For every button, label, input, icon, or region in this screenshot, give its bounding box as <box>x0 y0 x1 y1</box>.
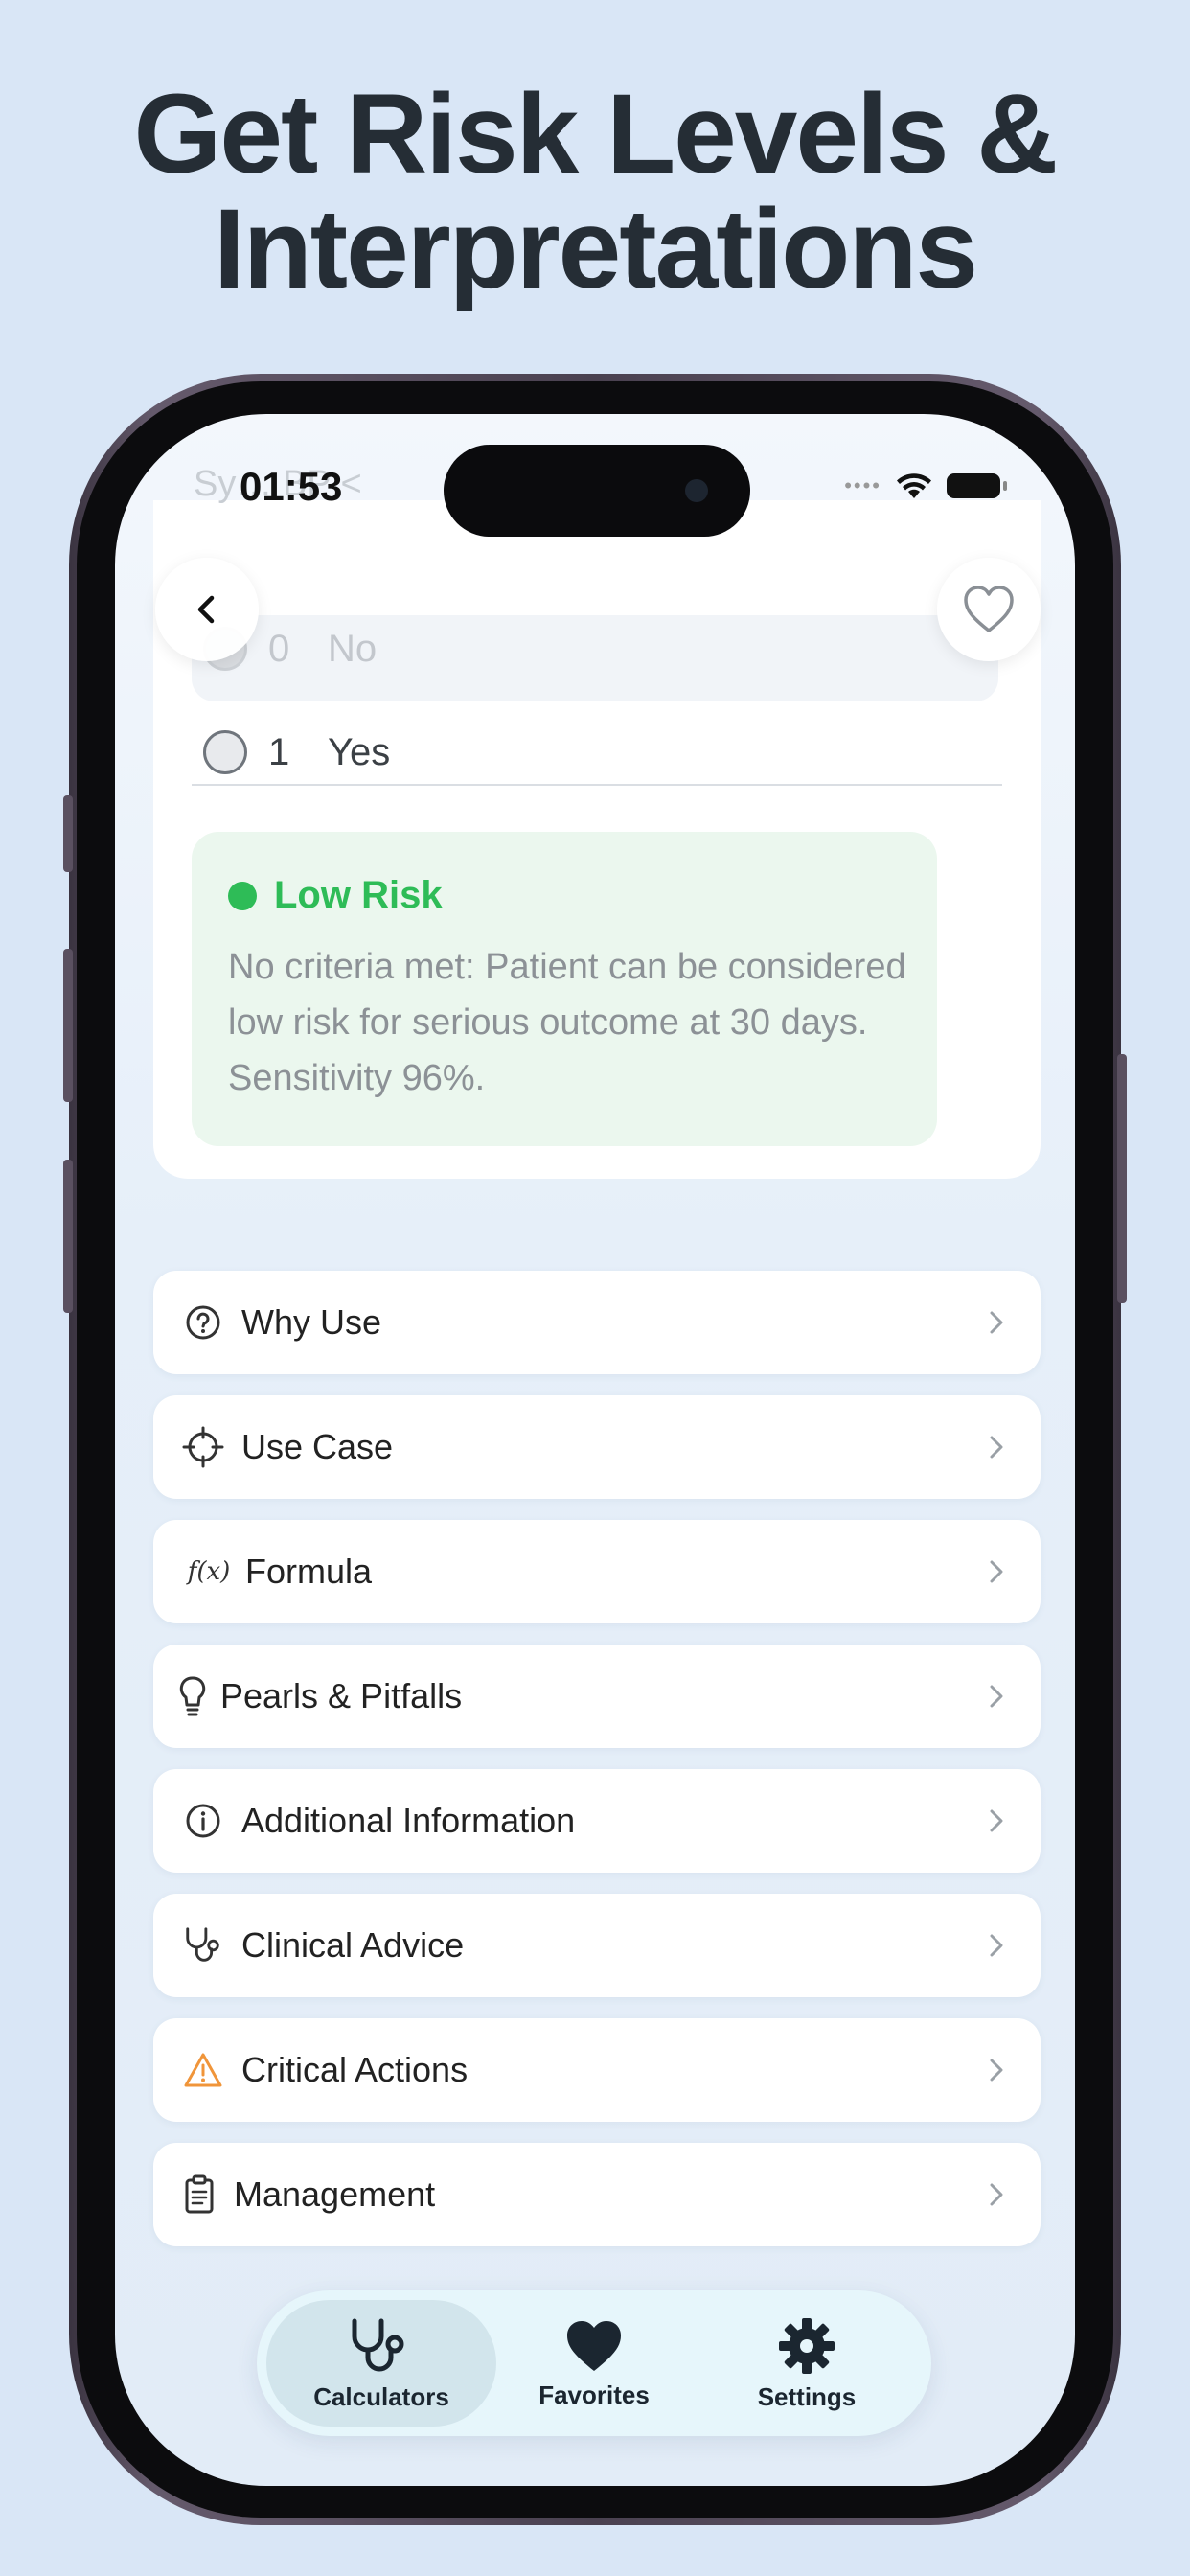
risk-title: Low Risk <box>228 874 443 917</box>
dynamic-island <box>444 445 750 537</box>
menu-item-label: Formula <box>245 1552 373 1591</box>
question-circle-icon <box>182 1301 224 1344</box>
tab-favorites[interactable]: Favorites <box>479 2300 709 2426</box>
phone-volume-up-button <box>63 949 73 1102</box>
menu-item-management[interactable]: Management <box>153 2143 1041 2246</box>
status-icons: •••• <box>844 472 1007 500</box>
menu-item-use-case[interactable]: Use Case <box>153 1395 1041 1499</box>
phone-power-button <box>1117 1054 1127 1303</box>
menu-item-label: Clinical Advice <box>241 1925 465 1965</box>
option-row-yes[interactable]: 1 Yes <box>203 730 390 774</box>
menu-item-label: Use Case <box>241 1427 394 1466</box>
headline-line-2: Interpretations <box>213 186 978 312</box>
status-time: 01:53 <box>240 464 343 509</box>
wifi-icon <box>897 473 931 498</box>
chevron-right-icon <box>983 1558 1010 1585</box>
chevron-right-icon <box>983 1434 1010 1460</box>
menu-item-formula[interactable]: f(x) Formula <box>153 1520 1041 1623</box>
phone-action-button <box>63 795 73 872</box>
option-value: 0 <box>268 627 290 670</box>
menu-item-why-use[interactable]: Why Use <box>153 1271 1041 1374</box>
menu-item-label: Management <box>234 2174 436 2214</box>
risk-description: No criteria met: Patient can be consider… <box>228 947 906 1098</box>
chevron-right-icon <box>983 1683 1010 1710</box>
chevron-right-icon <box>983 1807 1010 1834</box>
option-label: No <box>328 627 378 670</box>
chevron-right-icon <box>983 1932 1010 1959</box>
stethoscope-icon <box>182 1924 224 1966</box>
back-button[interactable] <box>155 558 259 661</box>
gear-icon <box>779 2317 835 2374</box>
tab-label: Settings <box>757 2381 857 2411</box>
menu-item-label: Why Use <box>241 1302 382 1342</box>
headline-line-1: Get Risk Levels & <box>133 71 1059 197</box>
radio-button[interactable] <box>203 730 247 774</box>
chevron-right-icon <box>983 1309 1010 1336</box>
app-screen: 0 No 1 Yes Low Risk No criteria met: Pat… <box>115 414 1075 2486</box>
chevron-left-icon <box>197 595 215 624</box>
heart-outline-icon <box>964 586 1014 632</box>
favorite-button[interactable] <box>937 558 1041 661</box>
tab-bar: Calculators Favorites Settings <box>257 2290 931 2436</box>
tab-label: Calculators <box>313 2381 449 2411</box>
signal-icon: •••• <box>844 473 881 497</box>
clipboard-icon <box>182 2174 217 2216</box>
tab-calculators[interactable]: Calculators <box>266 2300 496 2426</box>
heart-icon <box>567 2320 621 2371</box>
risk-title-text: Low Risk <box>274 874 443 916</box>
warning-triangle-icon <box>182 2049 224 2091</box>
option-value: 1 <box>268 730 290 773</box>
tab-settings[interactable]: Settings <box>692 2300 922 2426</box>
risk-result-box: Low Risk No criteria met: Patient can be… <box>192 832 937 1146</box>
chevron-right-icon <box>983 2181 1010 2208</box>
lightbulb-icon <box>178 1675 207 1717</box>
crosshair-icon <box>182 1426 224 1468</box>
tab-label: Favorites <box>538 2380 650 2409</box>
menu-item-label: Additional Information <box>241 1801 576 1840</box>
option-label: Yes <box>328 730 391 773</box>
chevron-right-icon <box>983 2057 1010 2083</box>
function-icon: f(x) <box>187 1557 231 1586</box>
divider <box>192 784 1002 786</box>
phone-volume-down-button <box>63 1160 73 1313</box>
menu-item-additional-information[interactable]: Additional Information <box>153 1769 1041 1873</box>
stethoscope-icon <box>352 2318 404 2371</box>
menu-item-clinical-advice[interactable]: Clinical Advice <box>153 1894 1041 1997</box>
menu-item-label: Critical Actions <box>241 2050 469 2089</box>
risk-indicator-dot <box>228 881 257 910</box>
headline: Get Risk Levels & Interpretations <box>0 77 1190 307</box>
menu-item-pearls-pitfalls[interactable]: Pearls & Pitfalls <box>153 1644 1041 1748</box>
menu-item-label: Pearls & Pitfalls <box>220 1676 463 1715</box>
menu-item-critical-actions[interactable]: Critical Actions <box>153 2018 1041 2122</box>
info-circle-icon <box>182 1800 224 1842</box>
battery-icon <box>947 473 1007 498</box>
